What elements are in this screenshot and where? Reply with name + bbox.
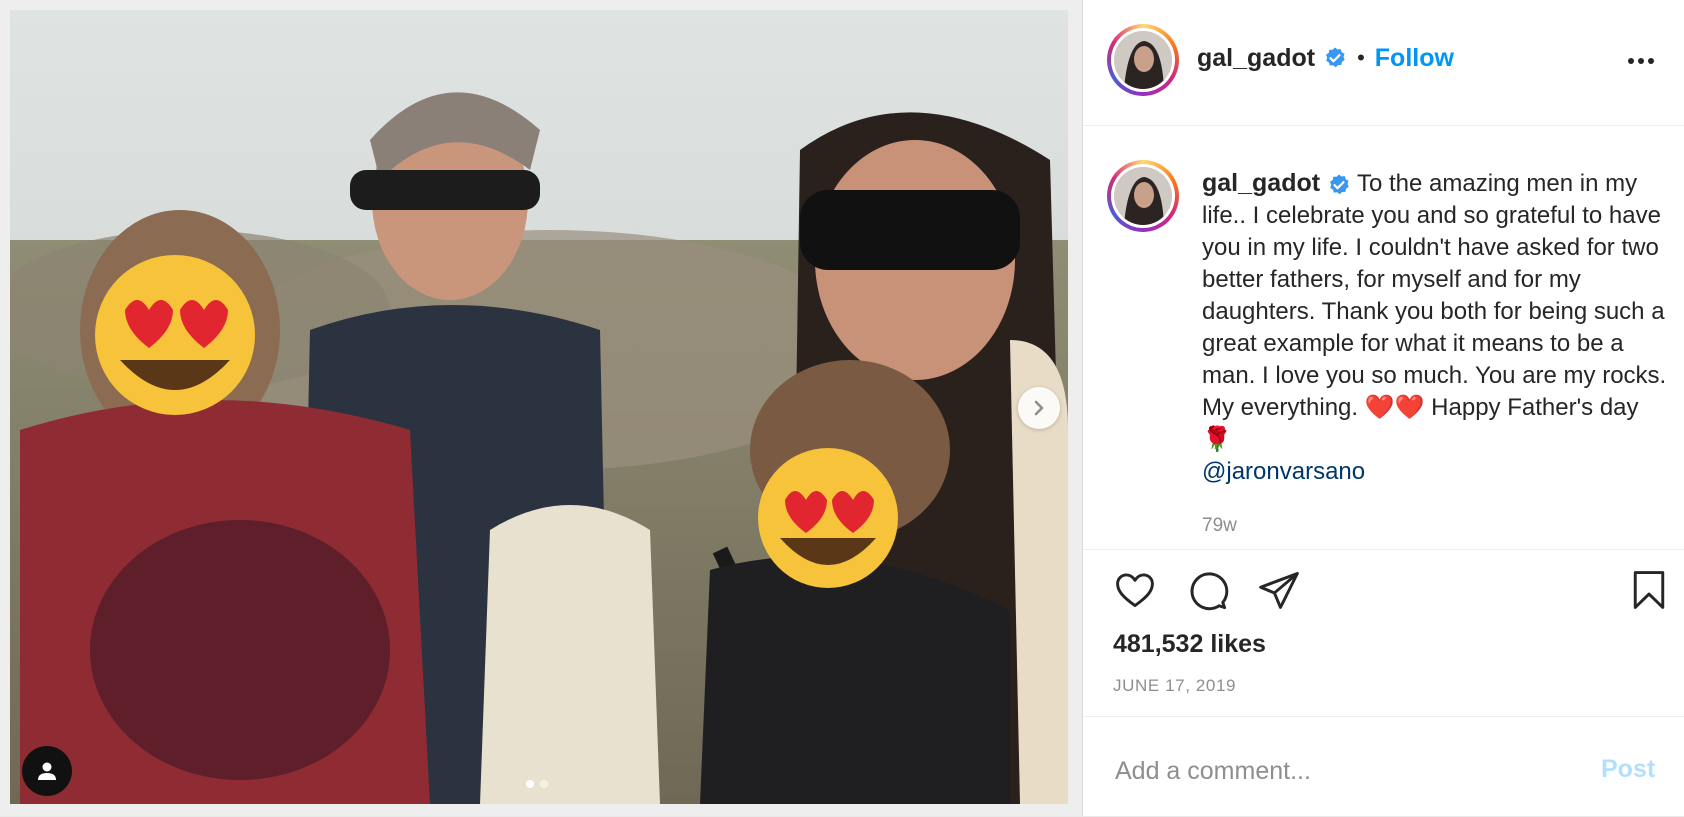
caption-timestamp[interactable]: 79w — [1202, 515, 1237, 537]
post-sidebar: gal_gadot • Follow gal_gadot To the amaz… — [1082, 0, 1684, 816]
avatar-border — [1111, 164, 1175, 228]
verified-badge-icon — [1326, 47, 1345, 68]
next-slide-button[interactable] — [1018, 387, 1060, 429]
caption-text: gal_gadot To the amazing men in my life.… — [1202, 167, 1672, 488]
post-date[interactable]: JUNE 17, 2019 — [1113, 676, 1236, 696]
heart-icon — [1116, 573, 1154, 608]
caption-body: To the amazing men in my life.. I celebr… — [1202, 170, 1667, 453]
heart-eyes-emoji-right — [758, 448, 898, 588]
more-options-icon — [1628, 58, 1654, 64]
like-button[interactable] — [1113, 568, 1157, 617]
caption-section: gal_gadot To the amazing men in my life.… — [1083, 125, 1684, 550]
bookmark-icon — [1633, 571, 1665, 609]
author-username[interactable]: gal_gadot — [1197, 44, 1315, 73]
avatar-image — [1114, 167, 1172, 225]
share-button[interactable] — [1257, 568, 1301, 617]
post-comment-button[interactable]: Post — [1601, 755, 1655, 784]
post-media — [0, 0, 1082, 816]
comment-bar: Post — [1083, 716, 1684, 817]
verified-badge-icon — [1329, 174, 1349, 194]
follow-button[interactable]: Follow — [1375, 44, 1454, 73]
post-header: gal_gadot • Follow — [1083, 0, 1684, 126]
likes-count[interactable]: 481,532 likes — [1113, 630, 1266, 659]
comment-icon — [1190, 572, 1229, 611]
carousel-dot-active — [526, 780, 534, 788]
post-photo[interactable] — [10, 10, 1068, 804]
heart-eyes-emoji-left — [95, 255, 255, 415]
instagram-post: gal_gadot • Follow gal_gadot To the amaz… — [0, 0, 1684, 816]
post-actions — [1113, 568, 1673, 614]
caption-mention-link[interactable]: @jaronvarsano — [1202, 458, 1365, 485]
comment-input[interactable] — [1113, 753, 1587, 789]
more-options-button[interactable] — [1627, 52, 1655, 70]
carousel-dot — [540, 780, 548, 788]
photo-illustration — [10, 10, 1068, 804]
avatar-portrait — [1114, 31, 1172, 89]
avatar-portrait — [1114, 167, 1172, 225]
chevron-right-icon — [1034, 400, 1044, 416]
caption-avatar[interactable] — [1107, 160, 1179, 232]
comment-button[interactable] — [1185, 568, 1229, 617]
header-separator: • — [1357, 45, 1365, 70]
author-row: gal_gadot • Follow — [1197, 40, 1454, 76]
tagged-users-button[interactable] — [22, 746, 72, 796]
carousel-indicator — [526, 780, 548, 788]
author-avatar[interactable] — [1107, 24, 1179, 96]
avatar-image — [1114, 31, 1172, 89]
avatar-border — [1111, 28, 1175, 92]
save-button[interactable] — [1627, 568, 1671, 617]
user-tag-icon — [38, 762, 56, 780]
share-icon — [1259, 572, 1299, 609]
caption-username[interactable]: gal_gadot — [1202, 169, 1320, 197]
